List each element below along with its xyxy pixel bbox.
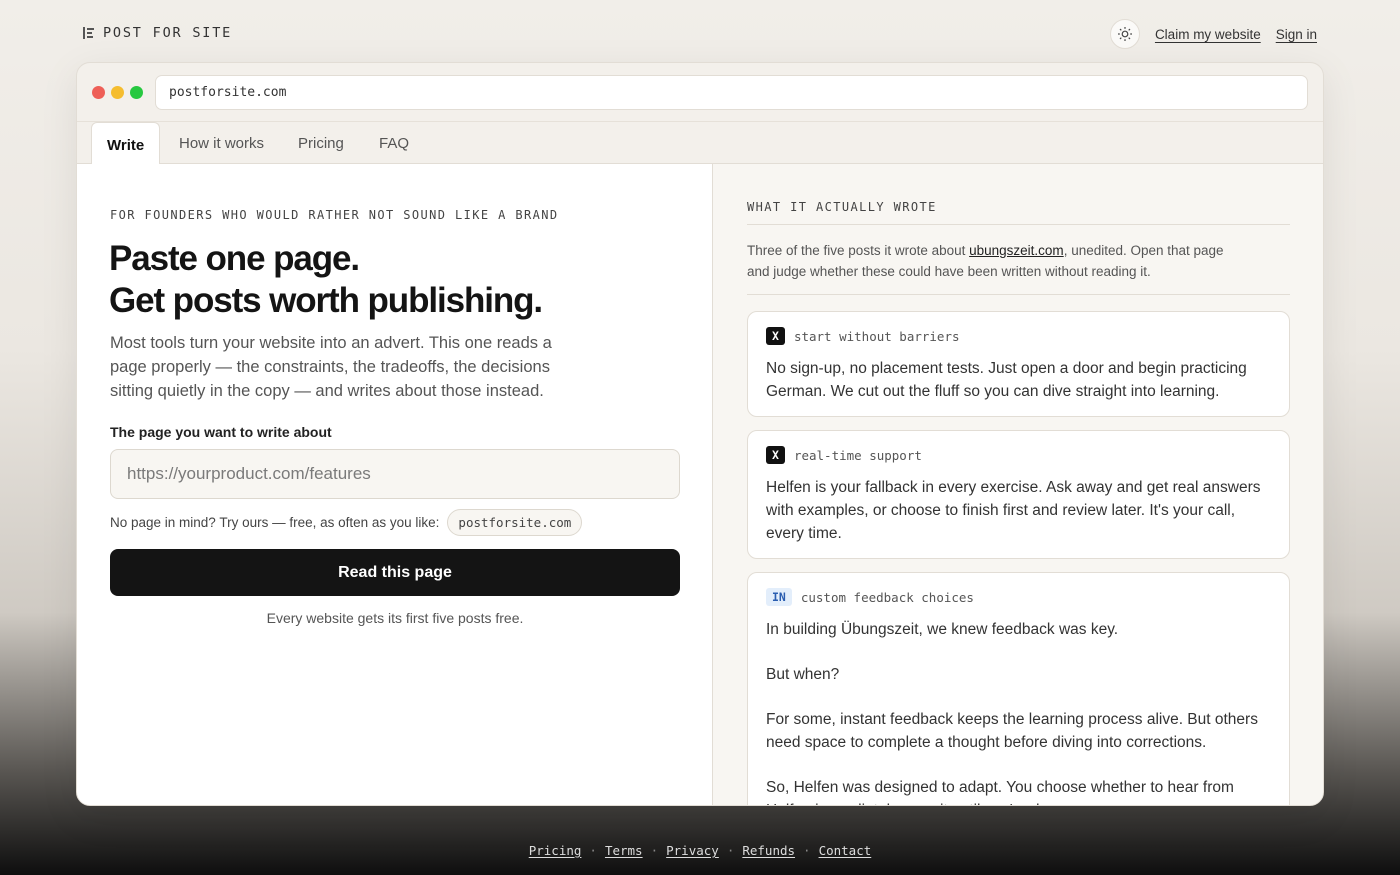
post-card: X real-time support Helfen is your fallb… bbox=[747, 430, 1290, 559]
tab-pricing[interactable]: Pricing bbox=[298, 122, 344, 152]
post-paragraph: In building Übungszeit, we knew feedback… bbox=[766, 621, 1119, 638]
brand[interactable]: POST FOR SITE bbox=[83, 25, 232, 41]
sample-url-chip[interactable]: postforsite.com bbox=[447, 509, 583, 536]
sample-hint-text: No page in mind? Try ours — free, as oft… bbox=[110, 515, 440, 530]
post-paragraph: Helfen is your fallback in every exercis… bbox=[766, 479, 1261, 542]
write-panel: FOR FOUNDERS WHO WOULD RATHER NOT SOUND … bbox=[77, 164, 713, 805]
footer-separator: · bbox=[803, 843, 811, 858]
examples-intro: Three of the five posts it wrote about u… bbox=[747, 240, 1227, 282]
examples-eyebrow: WHAT IT ACTUALLY WROTE bbox=[747, 200, 937, 214]
tab-faq[interactable]: FAQ bbox=[379, 122, 409, 152]
tab-how-it-works[interactable]: How it works bbox=[179, 122, 264, 152]
post-paragraph: So, Helfen was designed to adapt. You ch… bbox=[766, 779, 1234, 805]
tab-bar: Write How it works Pricing FAQ bbox=[77, 121, 1323, 165]
post-title: real-time support bbox=[793, 447, 922, 463]
read-page-button[interactable]: Read this page bbox=[110, 549, 680, 596]
address-bar[interactable]: postforsite.com bbox=[155, 75, 1308, 110]
post-card-header: X start without barriers bbox=[766, 327, 1271, 345]
close-dot[interactable] bbox=[92, 86, 105, 99]
footer-link-refunds[interactable]: Refunds bbox=[742, 843, 795, 858]
post-card: X start without barriers No sign-up, no … bbox=[747, 311, 1290, 417]
platform-badge: X bbox=[766, 446, 785, 464]
examples-panel: WHAT IT ACTUALLY WROTE Three of the five… bbox=[713, 164, 1323, 805]
footer-link-contact[interactable]: Contact bbox=[819, 843, 872, 858]
post-title: custom feedback choices bbox=[800, 589, 974, 605]
free-posts-note: Every website gets its first five posts … bbox=[266, 610, 524, 626]
headline-line-2: Get posts worth publishing. bbox=[109, 281, 543, 320]
post-paragraph: But when? bbox=[766, 666, 840, 683]
platform-badge: X bbox=[766, 327, 785, 345]
footer-separator: · bbox=[726, 843, 735, 858]
sign-in-link[interactable]: Sign in bbox=[1276, 27, 1317, 42]
footer-link-terms[interactable]: Terms bbox=[605, 843, 643, 858]
post-title: start without barriers bbox=[793, 328, 960, 344]
main-content: FOR FOUNDERS WHO WOULD RATHER NOT SOUND … bbox=[77, 164, 1323, 805]
post-paragraph: No sign-up, no placement tests. Just ope… bbox=[766, 360, 1247, 400]
sun-icon bbox=[1117, 27, 1132, 41]
footer-link-pricing[interactable]: Pricing bbox=[529, 843, 582, 858]
post-paragraph: For some, instant feedback keeps the lea… bbox=[766, 711, 1258, 751]
post-body: In building Übungszeit, we knew feedback… bbox=[766, 618, 1271, 805]
header-actions: Claim my website Sign in bbox=[1109, 19, 1317, 49]
post-card-header: X real-time support bbox=[766, 446, 1271, 464]
page-url-input[interactable] bbox=[110, 449, 680, 499]
list-logo-icon bbox=[83, 26, 95, 40]
post-card: IN custom feedback choices In building Ü… bbox=[747, 572, 1290, 805]
divider bbox=[747, 224, 1290, 225]
footer-separator: · bbox=[589, 843, 597, 858]
claim-website-link[interactable]: Claim my website bbox=[1155, 27, 1261, 42]
tab-write[interactable]: Write bbox=[91, 122, 161, 165]
footer-link-privacy[interactable]: Privacy bbox=[666, 843, 719, 858]
intro-text-before: Three of the five posts it wrote about bbox=[747, 243, 970, 258]
browser-chrome: postforsite.com bbox=[77, 63, 1323, 121]
headline-line-1: Paste one page. bbox=[109, 239, 360, 278]
page-title: Paste one page. Get posts worth publishi… bbox=[109, 238, 543, 322]
window-controls bbox=[92, 86, 143, 99]
brand-name: POST FOR SITE bbox=[103, 25, 233, 41]
hero-description: Most tools turn your website into an adv… bbox=[110, 334, 552, 400]
minimize-dot[interactable] bbox=[111, 86, 124, 99]
footer-separator: · bbox=[650, 843, 659, 858]
site-footer: Pricing · Terms · Privacy · Refunds · Co… bbox=[0, 843, 1400, 858]
page-url-label: The page you want to write about bbox=[110, 424, 332, 440]
platform-badge: IN bbox=[766, 588, 792, 606]
divider bbox=[747, 294, 1290, 295]
example-site-link[interactable]: ubungszeit.com bbox=[969, 243, 1064, 258]
theme-toggle-button[interactable] bbox=[1109, 19, 1140, 49]
hero-eyebrow: FOR FOUNDERS WHO WOULD RATHER NOT SOUND … bbox=[110, 208, 559, 222]
post-card-header: IN custom feedback choices bbox=[766, 588, 1271, 606]
browser-window: postforsite.com Write How it works Prici… bbox=[76, 62, 1324, 806]
post-body: No sign-up, no placement tests. Just ope… bbox=[766, 357, 1271, 403]
post-body: Helfen is your fallback in every exercis… bbox=[766, 476, 1271, 545]
maximize-dot[interactable] bbox=[130, 86, 143, 99]
sample-hint: No page in mind? Try ours — free, as oft… bbox=[110, 509, 583, 536]
